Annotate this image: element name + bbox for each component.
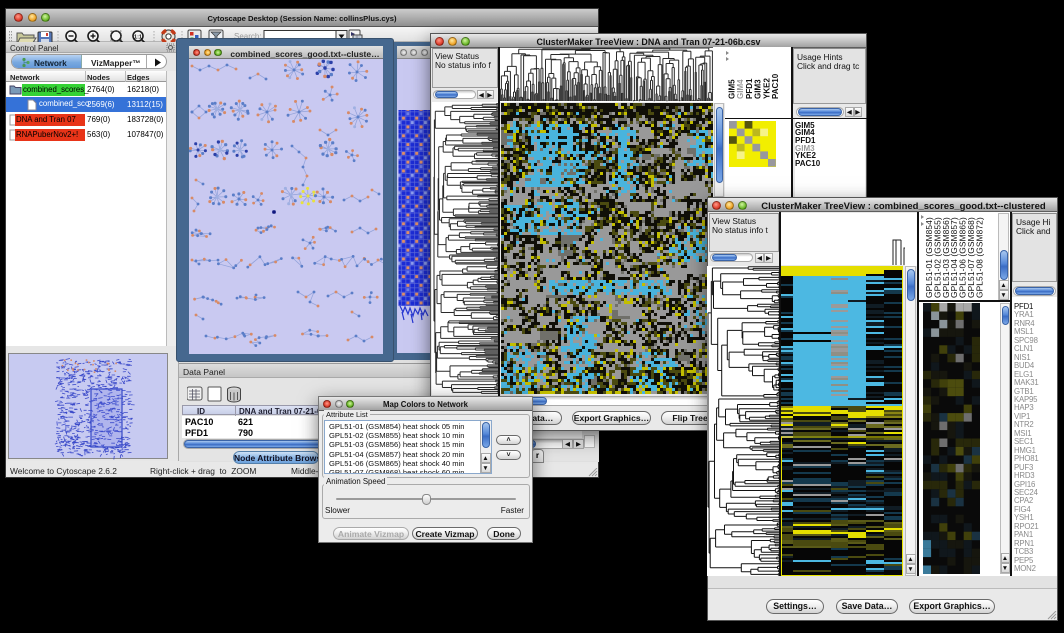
svg-text:PAC10: PAC10 bbox=[771, 73, 780, 99]
svg-text:1:1: 1:1 bbox=[134, 34, 142, 40]
svg-text:GIM3: GIM3 bbox=[754, 79, 763, 99]
svg-text:GIM5: GIM5 bbox=[728, 79, 737, 99]
svg-text:YKE2: YKE2 bbox=[762, 78, 771, 99]
svg-text:PFD1: PFD1 bbox=[745, 78, 754, 99]
svg-text:GIM4: GIM4 bbox=[736, 79, 745, 99]
svg-text:GPL51-08 (GSM872): GPL51-08 (GSM872) bbox=[974, 217, 984, 298]
